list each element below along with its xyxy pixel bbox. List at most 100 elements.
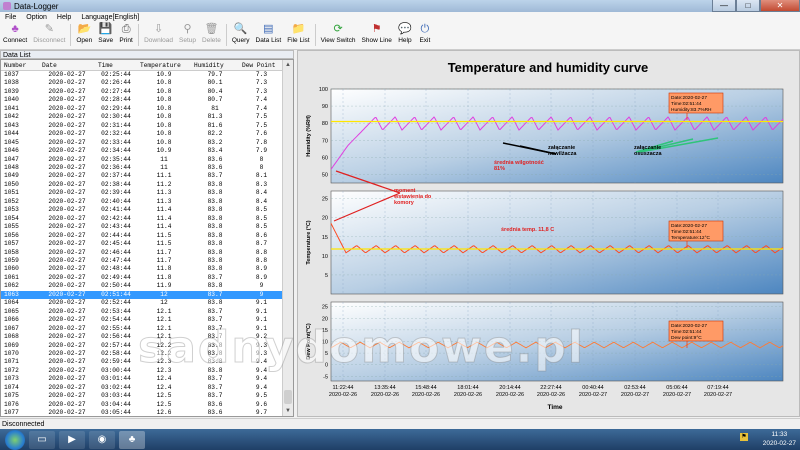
table-row[interactable]: 1051 2020-02-27 02:39:44 11.3 83.8 8.4 <box>1 189 284 197</box>
column-number[interactable]: Number <box>1 60 39 71</box>
table-row[interactable]: 1053 2020-02-27 02:41:44 11.4 83.8 8.5 <box>1 206 284 214</box>
table-row[interactable]: 1047 2020-02-27 02:35:44 11 83.6 8 <box>1 156 284 164</box>
table-row[interactable]: 1067 2020-02-27 02:55:44 12.1 83.7 9.1 <box>1 325 284 333</box>
table-row[interactable]: 1060 2020-02-27 02:48:44 11.8 83.8 8.9 <box>1 265 284 273</box>
maximize-button[interactable]: □ <box>736 0 760 12</box>
minimize-button[interactable]: — <box>712 0 736 12</box>
help-label: Help <box>398 37 412 44</box>
data-list-button[interactable]: ▤ Data List <box>256 23 282 44</box>
table-row[interactable]: 1043 2020-02-27 02:31:44 10.8 81.6 7.5 <box>1 122 284 130</box>
save-label: Save <box>98 37 114 44</box>
x-tick-date: 2020-02-27 <box>621 392 649 398</box>
table-row[interactable]: 1040 2020-02-27 02:28:44 10.8 80.7 7.4 <box>1 96 284 104</box>
save-icon: 💾 <box>98 23 113 35</box>
table-row[interactable]: 1059 2020-02-27 02:47:44 11.7 83.8 8.8 <box>1 257 284 265</box>
table-cell: 11.2 <box>156 180 172 188</box>
column-temperature[interactable]: Temperature <box>137 60 191 71</box>
table-row[interactable]: 1037 2020-02-27 02:25:44 10.9 79.7 7.3 <box>1 71 284 80</box>
table-row[interactable]: 1069 2020-02-27 02:57:44 12.2 83.8 9.3 <box>1 342 284 350</box>
table-row[interactable]: 1070 2020-02-27 02:58:44 12.2 83.8 9.3 <box>1 350 284 358</box>
disconnect-button[interactable]: ✎ Disconnect <box>33 23 65 44</box>
table-row[interactable]: 1076 2020-02-27 03:04:44 12.5 83.6 9.6 <box>1 401 284 409</box>
table-row[interactable]: 1052 2020-02-27 02:40:44 11.3 83.8 8.4 <box>1 198 284 206</box>
table-row[interactable]: 1062 2020-02-27 02:50:44 11.9 83.8 9 <box>1 282 284 290</box>
view-switch-button[interactable]: ⟳ View Switch <box>321 23 356 44</box>
action-center-flag-icon[interactable]: ⚑ <box>740 433 748 441</box>
taskbar-chrome-icon[interactable]: ◉ <box>89 430 115 449</box>
table-row[interactable]: 1068 2020-02-27 02:56:44 12.1 83.7 9.2 <box>1 333 284 341</box>
save-button[interactable]: 💾 Save <box>98 23 113 44</box>
scroll-thumb[interactable] <box>284 390 292 404</box>
delete-button[interactable]: 🗑 Delete <box>202 23 221 44</box>
setup-icon: ⚲ <box>183 23 192 35</box>
table-row[interactable]: 1045 2020-02-27 02:33:44 10.8 83.2 7.8 <box>1 139 284 147</box>
download-button[interactable]: ⇩ Download <box>144 23 173 44</box>
column-humidity[interactable]: Humidity <box>191 60 239 71</box>
menu-file[interactable]: File <box>0 14 21 21</box>
table-cell: 8 <box>259 155 264 163</box>
scroll-down-arrow-icon[interactable]: ▼ <box>283 406 293 416</box>
table-row[interactable]: 1054 2020-02-27 02:42:44 11.4 83.8 8.5 <box>1 215 284 223</box>
table-row[interactable]: 1038 2020-02-27 02:26:44 10.8 80.1 7.3 <box>1 79 284 87</box>
close-button[interactable]: ✕ <box>760 0 800 12</box>
humidity-tooltip-line: Time:02:51:44 <box>671 101 702 107</box>
table-row[interactable]: 1063 2020-02-27 02:51:44 12 83.7 9 <box>1 290 284 300</box>
connect-button[interactable]: ♣ Connect <box>3 23 27 44</box>
help-button[interactable]: 💬 Help <box>398 23 412 44</box>
column-dew-point[interactable]: Dew Point <box>239 60 284 71</box>
exit-button[interactable]: ⏻ Exit <box>418 23 432 44</box>
clock-time: 11:33 <box>771 431 788 438</box>
table-cell: 9.1 <box>255 324 268 332</box>
table-row[interactable]: 1074 2020-02-27 03:02:44 12.4 83.7 9.4 <box>1 384 284 392</box>
table-row[interactable]: 1044 2020-02-27 02:32:44 10.8 82.2 7.6 <box>1 130 284 138</box>
table-row[interactable]: 1055 2020-02-27 02:43:44 11.4 83.8 8.5 <box>1 223 284 231</box>
menu-language[interactable]: Language[English] <box>76 14 144 21</box>
table-row[interactable]: 1064 2020-02-27 02:52:44 12 83.8 9.1 <box>1 299 284 307</box>
annotation-average-humidity: 81% <box>494 166 505 172</box>
table-row[interactable]: 1056 2020-02-27 02:44:44 11.5 83.8 8.6 <box>1 232 284 240</box>
table-row[interactable]: 1048 2020-02-27 02:36:44 11 83.6 8 <box>1 164 284 172</box>
setup-button[interactable]: ⚲ Setup <box>179 23 196 44</box>
table-row[interactable]: 1046 2020-02-27 02:34:44 10.9 83.4 7.9 <box>1 147 284 155</box>
table-row[interactable]: 1039 2020-02-27 02:27:44 10.8 80.4 7.3 <box>1 88 284 96</box>
table-row[interactable]: 1071 2020-02-27 02:59:44 12.3 83.8 9.4 <box>1 358 284 366</box>
table-cell: 1049 <box>4 172 19 180</box>
table-row[interactable]: 1072 2020-02-27 03:00:44 12.3 83.8 9.4 <box>1 367 284 375</box>
table-cell: 10.8 <box>156 79 172 87</box>
table-cell: 03:00:44 <box>101 366 131 374</box>
taskbar-media-icon[interactable]: ▶ <box>59 430 85 449</box>
menu-option[interactable]: Option <box>21 14 52 21</box>
table-cell: 83.7 <box>207 375 223 383</box>
table-row[interactable]: 1042 2020-02-27 02:30:44 10.8 81.3 7.5 <box>1 113 284 121</box>
table-cell: 02:27:44 <box>101 87 131 95</box>
table-row[interactable]: 1073 2020-02-27 03:01:44 12.4 83.7 9.4 <box>1 375 284 383</box>
table-cell: 9.1 <box>255 299 268 307</box>
query-button[interactable]: 🔍 Query <box>232 23 250 44</box>
table-row[interactable]: 1058 2020-02-27 02:46:44 11.7 83.8 8.8 <box>1 249 284 257</box>
table-cell: 11.4 <box>156 214 172 222</box>
table-scrollbar[interactable]: ▲ ▼ <box>282 60 293 416</box>
start-button[interactable] <box>5 429 25 450</box>
column-time[interactable]: Time <box>95 60 137 71</box>
y-tick-label: 50 <box>322 172 328 178</box>
taskbar-explorer-icon[interactable]: ▭ <box>29 430 55 449</box>
print-button[interactable]: ⎙ Print <box>119 23 133 44</box>
file-list-button[interactable]: 📁 File List <box>287 23 309 44</box>
open-button[interactable]: 📂 Open <box>76 23 92 44</box>
column-date[interactable]: Date <box>39 60 95 71</box>
table-row[interactable]: 1077 2020-02-27 03:05:44 12.6 83.6 9.7 <box>1 409 284 416</box>
table-row[interactable]: 1041 2020-02-27 02:29:44 10.8 81 7.4 <box>1 105 284 113</box>
table-row[interactable]: 1057 2020-02-27 02:45:44 11.5 83.8 8.7 <box>1 240 284 248</box>
table-row[interactable]: 1075 2020-02-27 03:03:44 12.5 83.7 9.5 <box>1 392 284 400</box>
scroll-up-arrow-icon[interactable]: ▲ <box>283 60 293 70</box>
table-row[interactable]: 1061 2020-02-27 02:49:44 11.8 83.7 8.9 <box>1 274 284 282</box>
table-row[interactable]: 1049 2020-02-27 02:37:44 11.1 83.7 8.1 <box>1 172 284 180</box>
table-row[interactable]: 1065 2020-02-27 02:53:44 12.1 83.7 9.1 <box>1 308 284 316</box>
menu-help[interactable]: Help <box>52 14 76 21</box>
show-line-button[interactable]: ⚑ Show Line <box>362 23 392 44</box>
table-row[interactable]: 1050 2020-02-27 02:38:44 11.2 83.8 8.3 <box>1 181 284 189</box>
taskbar-datalogger-icon[interactable]: ♣ <box>119 430 145 449</box>
table-row[interactable]: 1066 2020-02-27 02:54:44 12.1 83.7 9.1 <box>1 316 284 324</box>
table-cell: 2020-02-27 <box>48 265 86 273</box>
system-tray-clock[interactable]: ⚑ 11:33 2020-02-27 <box>740 430 796 448</box>
